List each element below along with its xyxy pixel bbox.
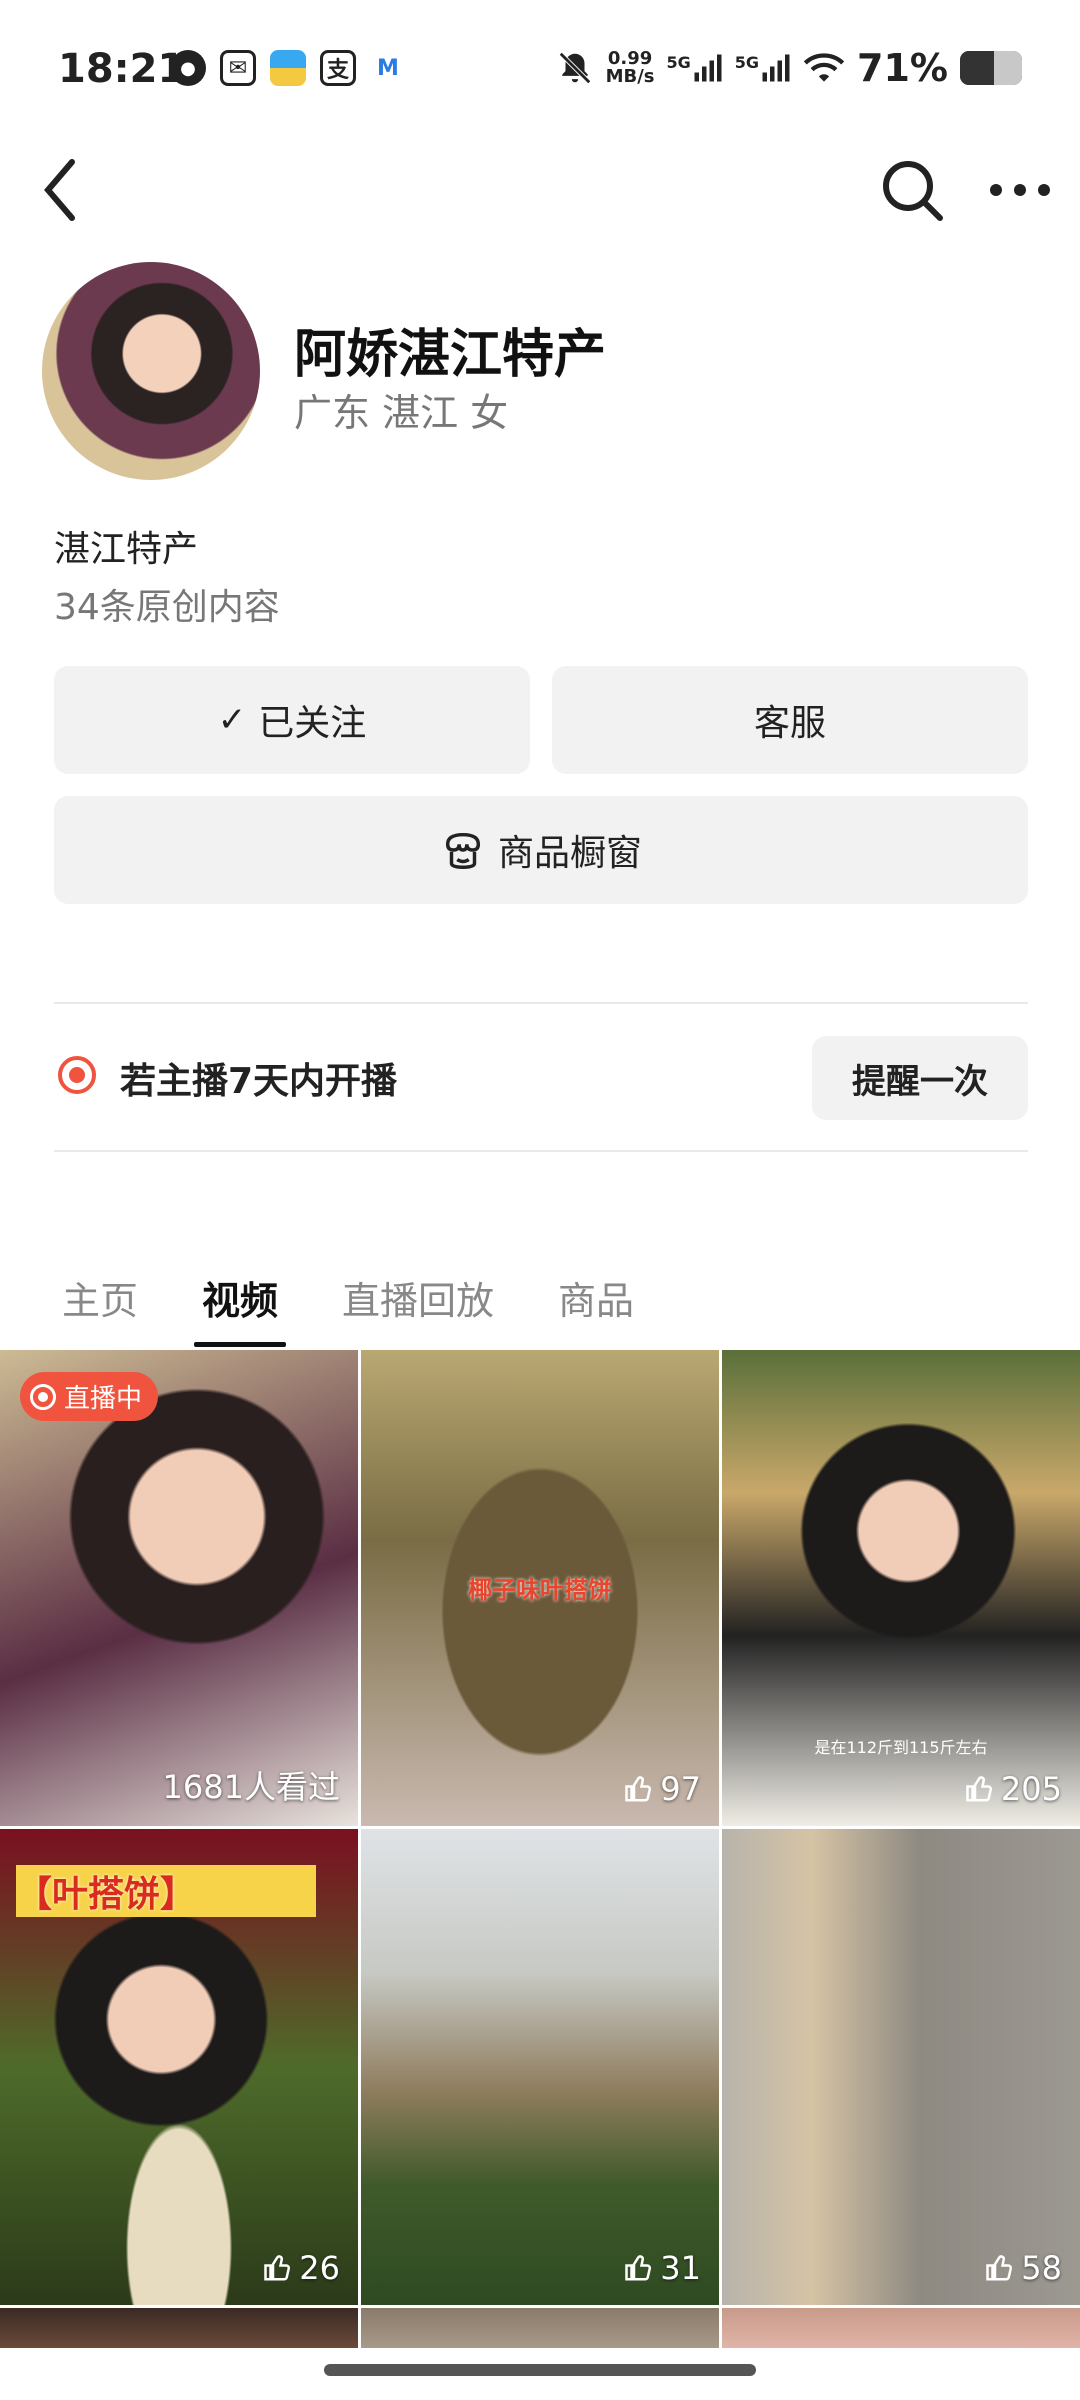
divider [54, 1150, 1028, 1152]
like-count: 31 [624, 2249, 701, 2287]
avatar[interactable] [42, 262, 260, 480]
live-record-icon [58, 1056, 96, 1094]
video-thumb[interactable]: 31 [361, 1829, 719, 2305]
signal-2: 5G [735, 53, 791, 83]
mute-icon [558, 52, 591, 84]
follow-label: 已关注 [258, 703, 367, 744]
more-button[interactable] [980, 150, 1060, 230]
like-count: 97 [624, 1770, 701, 1808]
thumbs-up-icon [986, 2255, 1013, 2281]
net-speed-unit: MB/s [605, 66, 655, 87]
chevron-left-icon [44, 159, 75, 221]
search-icon [883, 161, 943, 221]
live-icon [30, 1383, 56, 1410]
battery-icon [960, 51, 1022, 85]
video-thumb[interactable]: 【叶搭饼】 26 [0, 1829, 358, 2305]
view-count: 1681人看过 [163, 1762, 340, 1808]
content-count: 34条原创内容 [54, 587, 280, 628]
thumbs-up-icon [625, 1776, 652, 1802]
status-bar: 18:21 ● ✉ 支 M 0.99 MB/s 5G 5G 71% [0, 0, 1080, 140]
top-nav [0, 140, 1080, 240]
live-reminder-text: 若主播7天内开播 [120, 1061, 398, 1102]
alipay-icon: 支 [320, 50, 356, 86]
status-right: 0.99 MB/s 5G 5G 71% [556, 46, 1022, 90]
video-thumb[interactable]: 是在112斤到115斤左右 205 [722, 1350, 1080, 1826]
video-caption: 【叶搭饼】 [16, 1865, 316, 1917]
like-count-label: 58 [1021, 2249, 1062, 2287]
video-thumb[interactable]: 58 [722, 1829, 1080, 2305]
like-count: 58 [985, 2249, 1062, 2287]
app-m-icon: M [377, 55, 399, 81]
wallet-icon [270, 50, 306, 86]
remind-once-button[interactable]: 提醒一次 [812, 1036, 1028, 1120]
like-count: 26 [263, 2249, 340, 2287]
profile-tabs: 主页 视频 直播回放 商品 [62, 1270, 698, 1347]
customer-service-label: 客服 [753, 703, 826, 744]
back-button[interactable] [32, 150, 92, 230]
shop-window-button[interactable]: 商品橱窗 [54, 796, 1028, 904]
like-count-label: 31 [660, 2249, 701, 2287]
video-caption: 椰子味叶搭饼 [468, 1576, 612, 1604]
video-caption: 是在112斤到115斤左右 [814, 1738, 988, 1757]
search-button[interactable] [872, 150, 952, 230]
tab-products[interactable]: 商品 [558, 1270, 634, 1325]
thumbs-up-icon [625, 2255, 652, 2281]
divider [54, 1002, 1028, 1004]
tab-home[interactable]: 主页 [62, 1270, 138, 1325]
signal-1: 5G [667, 53, 723, 83]
status-time: 18:21 [58, 46, 186, 92]
check-icon: ✓ [217, 700, 247, 740]
like-count: 205 [965, 1770, 1062, 1808]
live-reminder: 若主播7天内开播 提醒一次 [54, 1028, 1028, 1122]
tab-videos[interactable]: 视频 [194, 1270, 287, 1347]
wifi-icon [803, 53, 845, 82]
live-badge-label: 直播中 [64, 1384, 143, 1414]
shop-window-label: 商品橱窗 [497, 833, 642, 874]
like-count-label: 26 [299, 2249, 340, 2287]
thumbs-up-icon [966, 1776, 992, 1802]
signal-bars-icon [762, 54, 790, 82]
signal-2-label: 5G [734, 53, 760, 72]
follow-button[interactable]: ✓ 已关注 [54, 666, 530, 774]
net-speed: 0.99 MB/s [606, 50, 655, 86]
more-icon [990, 184, 1050, 196]
live-badge: 直播中 [20, 1372, 159, 1421]
profile-name: 阿娇湛江特产 [294, 325, 607, 385]
video-thumb[interactable] [0, 2308, 358, 2348]
battery-percent: 71% [857, 46, 948, 90]
tab-live-replay[interactable]: 直播回放 [342, 1270, 494, 1325]
home-indicator[interactable] [324, 2364, 756, 2376]
video-thumb[interactable]: 椰子味叶搭饼 97 [361, 1350, 719, 1826]
signal-bars-icon [694, 54, 722, 82]
video-thumb[interactable] [361, 2308, 719, 2348]
video-thumb[interactable]: 直播中 1681人看过 [0, 1350, 358, 1826]
profile-bio: 湛江特产 [54, 529, 199, 570]
view-count-label: 1681人看过 [162, 1768, 340, 1806]
shop-icon [445, 832, 481, 869]
like-count-label: 205 [1000, 1770, 1062, 1808]
notification-icons: ● ✉ 支 M [170, 50, 406, 86]
customer-service-button[interactable]: 客服 [552, 666, 1028, 774]
profile-location: 广东 湛江 女 [294, 391, 509, 435]
like-count-label: 97 [660, 1770, 701, 1808]
video-thumb[interactable] [722, 2308, 1080, 2348]
mail-icon: ✉ [220, 50, 256, 86]
thumbs-up-icon [264, 2255, 291, 2281]
wechat-icon: ● [170, 50, 206, 86]
signal-1-label: 5G [666, 53, 691, 72]
